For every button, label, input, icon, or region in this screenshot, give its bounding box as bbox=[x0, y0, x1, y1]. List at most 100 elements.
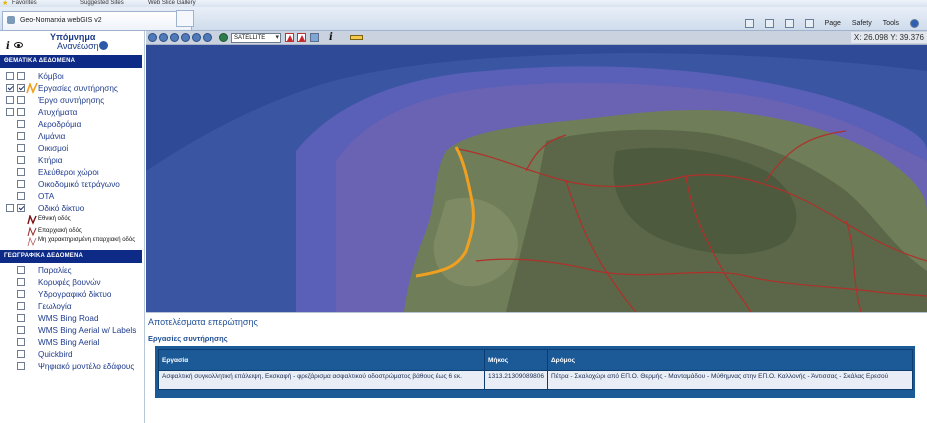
layer-label[interactable]: WMS Bing Aerial w/ Labels bbox=[38, 325, 136, 336]
layer-select-checkbox[interactable] bbox=[17, 362, 25, 370]
pan-up-icon[interactable] bbox=[192, 33, 201, 42]
mail-icon[interactable] bbox=[784, 19, 794, 28]
help-icon[interactable] bbox=[910, 19, 919, 28]
table-row[interactable]: Ασφαλτική συγκολλητική επάλειψη, Εκσκαφή… bbox=[158, 370, 913, 390]
map-view[interactable]: SATELLITE i X: 26.098 Y: 39.376 bbox=[146, 31, 927, 312]
layer-row-beaches: Παραλίες bbox=[0, 265, 144, 277]
layer-visible-checkbox[interactable] bbox=[6, 108, 14, 116]
favorites-button[interactable]: Favorites bbox=[12, 0, 37, 7]
layer-row-buildings: Κτήρια bbox=[0, 155, 144, 167]
layer-select-checkbox[interactable] bbox=[17, 338, 25, 346]
refresh-icon[interactable] bbox=[99, 41, 108, 50]
pan-left-icon[interactable] bbox=[170, 33, 179, 42]
tools-menu[interactable]: Tools bbox=[883, 20, 899, 27]
page-menu[interactable]: Page bbox=[825, 20, 841, 27]
ruler-icon[interactable] bbox=[350, 35, 363, 40]
layer-select-checkbox[interactable] bbox=[17, 302, 25, 310]
layer-row-airports: Αεροδρόμια bbox=[0, 119, 144, 131]
layer-label[interactable]: WMS Bing Road bbox=[38, 313, 99, 324]
new-tab-button[interactable] bbox=[176, 10, 194, 27]
feeds-icon[interactable] bbox=[764, 19, 774, 28]
layer-row-nodes: Κόμβοι bbox=[0, 71, 144, 83]
layer-label[interactable]: Quickbird bbox=[38, 349, 73, 360]
layer-label[interactable]: Εργασίες συντήρησης bbox=[38, 83, 118, 94]
layer-select-checkbox[interactable] bbox=[17, 84, 25, 92]
layer-select-checkbox[interactable] bbox=[17, 266, 25, 274]
layer-visible-checkbox[interactable] bbox=[6, 204, 14, 212]
pan-right-icon[interactable] bbox=[181, 33, 190, 42]
layer-label[interactable]: Οικισμοί bbox=[38, 143, 68, 154]
layer-label[interactable]: Λιμάνια bbox=[38, 131, 65, 142]
layer-label[interactable]: Κόμβοι bbox=[38, 71, 64, 82]
layer-row-maintenance-works: Εργασίες συντήρησης bbox=[0, 83, 144, 95]
layer-label[interactable]: WMS Bing Aerial bbox=[38, 337, 99, 348]
browser-tab[interactable]: Geo-Nomarxia webGIS v2 bbox=[2, 11, 192, 30]
layer-select-checkbox[interactable] bbox=[17, 192, 25, 200]
suggested-sites-link[interactable]: Suggested Sites bbox=[80, 0, 124, 7]
layer-select-checkbox[interactable] bbox=[17, 168, 25, 176]
layer-select-checkbox[interactable] bbox=[17, 144, 25, 152]
route-warning-icon[interactable] bbox=[297, 33, 306, 42]
cell-road: Πέτρα - Σκαλοχώρι από ΕΠ.Ο. Θερμής - Μαν… bbox=[547, 370, 913, 390]
layer-visible-checkbox[interactable] bbox=[6, 84, 14, 92]
home-icon[interactable] bbox=[744, 19, 754, 28]
layer-select-checkbox[interactable] bbox=[17, 72, 25, 80]
layer-visible-checkbox[interactable] bbox=[6, 96, 14, 104]
layer-select-checkbox[interactable] bbox=[17, 326, 25, 334]
pan-down-icon[interactable] bbox=[203, 33, 212, 42]
unclassified-road-legend: Μη χαρακτηρισμένη επαρχιακή οδός bbox=[27, 236, 144, 250]
layer-label[interactable]: Ατυχήματα bbox=[38, 107, 77, 118]
column-header-road[interactable]: Δρόμος bbox=[547, 349, 913, 371]
eye-icon[interactable] bbox=[14, 42, 23, 48]
layer-select-checkbox[interactable] bbox=[17, 314, 25, 322]
measure-warning-icon[interactable] bbox=[285, 33, 294, 42]
layer-label[interactable]: Ελεύθεροι χώροι bbox=[38, 167, 99, 178]
layer-label[interactable]: Γεωλογία bbox=[38, 301, 72, 312]
national-road-label: Εθνική οδός bbox=[38, 216, 71, 222]
base-layer-select[interactable]: SATELLITE bbox=[231, 33, 281, 43]
satellite-imagery bbox=[146, 31, 927, 312]
layer-label[interactable]: Οικοδομικό τετράγωνο bbox=[38, 179, 120, 190]
layer-label[interactable]: Κτήρια bbox=[38, 155, 62, 166]
info-icon[interactable]: i bbox=[6, 41, 10, 52]
layer-select-checkbox[interactable] bbox=[17, 108, 25, 116]
layer-select-checkbox[interactable] bbox=[17, 120, 25, 128]
select-box-icon[interactable] bbox=[310, 33, 319, 42]
layer-select-checkbox[interactable] bbox=[17, 96, 25, 104]
zoom-in-icon[interactable] bbox=[148, 33, 157, 42]
favorites-star-icon[interactable]: ★ bbox=[2, 0, 8, 7]
layer-select-checkbox[interactable] bbox=[17, 156, 25, 164]
layer-select-checkbox[interactable] bbox=[17, 204, 25, 212]
legend-refresh-link[interactable]: Ανανέωση bbox=[57, 41, 99, 51]
column-header-length[interactable]: Μήκος bbox=[484, 349, 548, 371]
layer-select-checkbox[interactable] bbox=[17, 278, 25, 286]
zoom-out-icon[interactable] bbox=[159, 33, 168, 42]
cell-work: Ασφαλτική συγκολλητική επάλειψη, Εκσκαφή… bbox=[158, 370, 485, 390]
globe-icon[interactable] bbox=[219, 33, 228, 42]
layer-select-checkbox[interactable] bbox=[17, 350, 25, 358]
layer-label[interactable]: Οδικό δίκτυο bbox=[38, 203, 84, 214]
web-slice-gallery-link[interactable]: Web Slice Gallery bbox=[148, 0, 196, 7]
layer-select-checkbox[interactable] bbox=[17, 132, 25, 140]
layer-label[interactable]: Παραλίες bbox=[38, 265, 72, 276]
national-road-legend: Εθνική οδός bbox=[27, 214, 144, 225]
layer-label[interactable]: Έργο συντήρησης bbox=[38, 95, 104, 106]
layer-label[interactable]: Ψηφιακό μοντέλο εδάφους bbox=[38, 361, 134, 372]
layer-select-checkbox[interactable] bbox=[17, 290, 25, 298]
layer-label[interactable]: Αεροδρόμια bbox=[38, 119, 81, 130]
column-header-work[interactable]: Εργασία bbox=[158, 349, 485, 371]
layer-visible-checkbox[interactable] bbox=[6, 72, 14, 80]
coordinates-readout: X: 26.098 Y: 39.376 bbox=[850, 32, 927, 43]
layer-select-checkbox[interactable] bbox=[17, 180, 25, 188]
layer-label[interactable]: ΟΤΑ bbox=[38, 191, 54, 202]
identify-info-icon[interactable]: i bbox=[329, 32, 333, 43]
layer-row-open-spaces: Ελεύθεροι χώροι bbox=[0, 167, 144, 179]
layer-row-accidents: Ατυχήματα bbox=[0, 107, 144, 119]
print-icon[interactable] bbox=[804, 19, 814, 28]
layer-row-dem: Ψηφιακό μοντέλο εδάφους bbox=[0, 361, 144, 373]
safety-menu[interactable]: Safety bbox=[852, 20, 872, 27]
layer-label[interactable]: Κορυφές βουνών bbox=[38, 277, 101, 288]
layer-label[interactable]: Υδρογραφικό δίκτυο bbox=[38, 289, 111, 300]
cell-length: 1313.21309089806 bbox=[484, 370, 548, 390]
layer-row-wms-bing-aerial-labels: WMS Bing Aerial w/ Labels bbox=[0, 325, 144, 337]
